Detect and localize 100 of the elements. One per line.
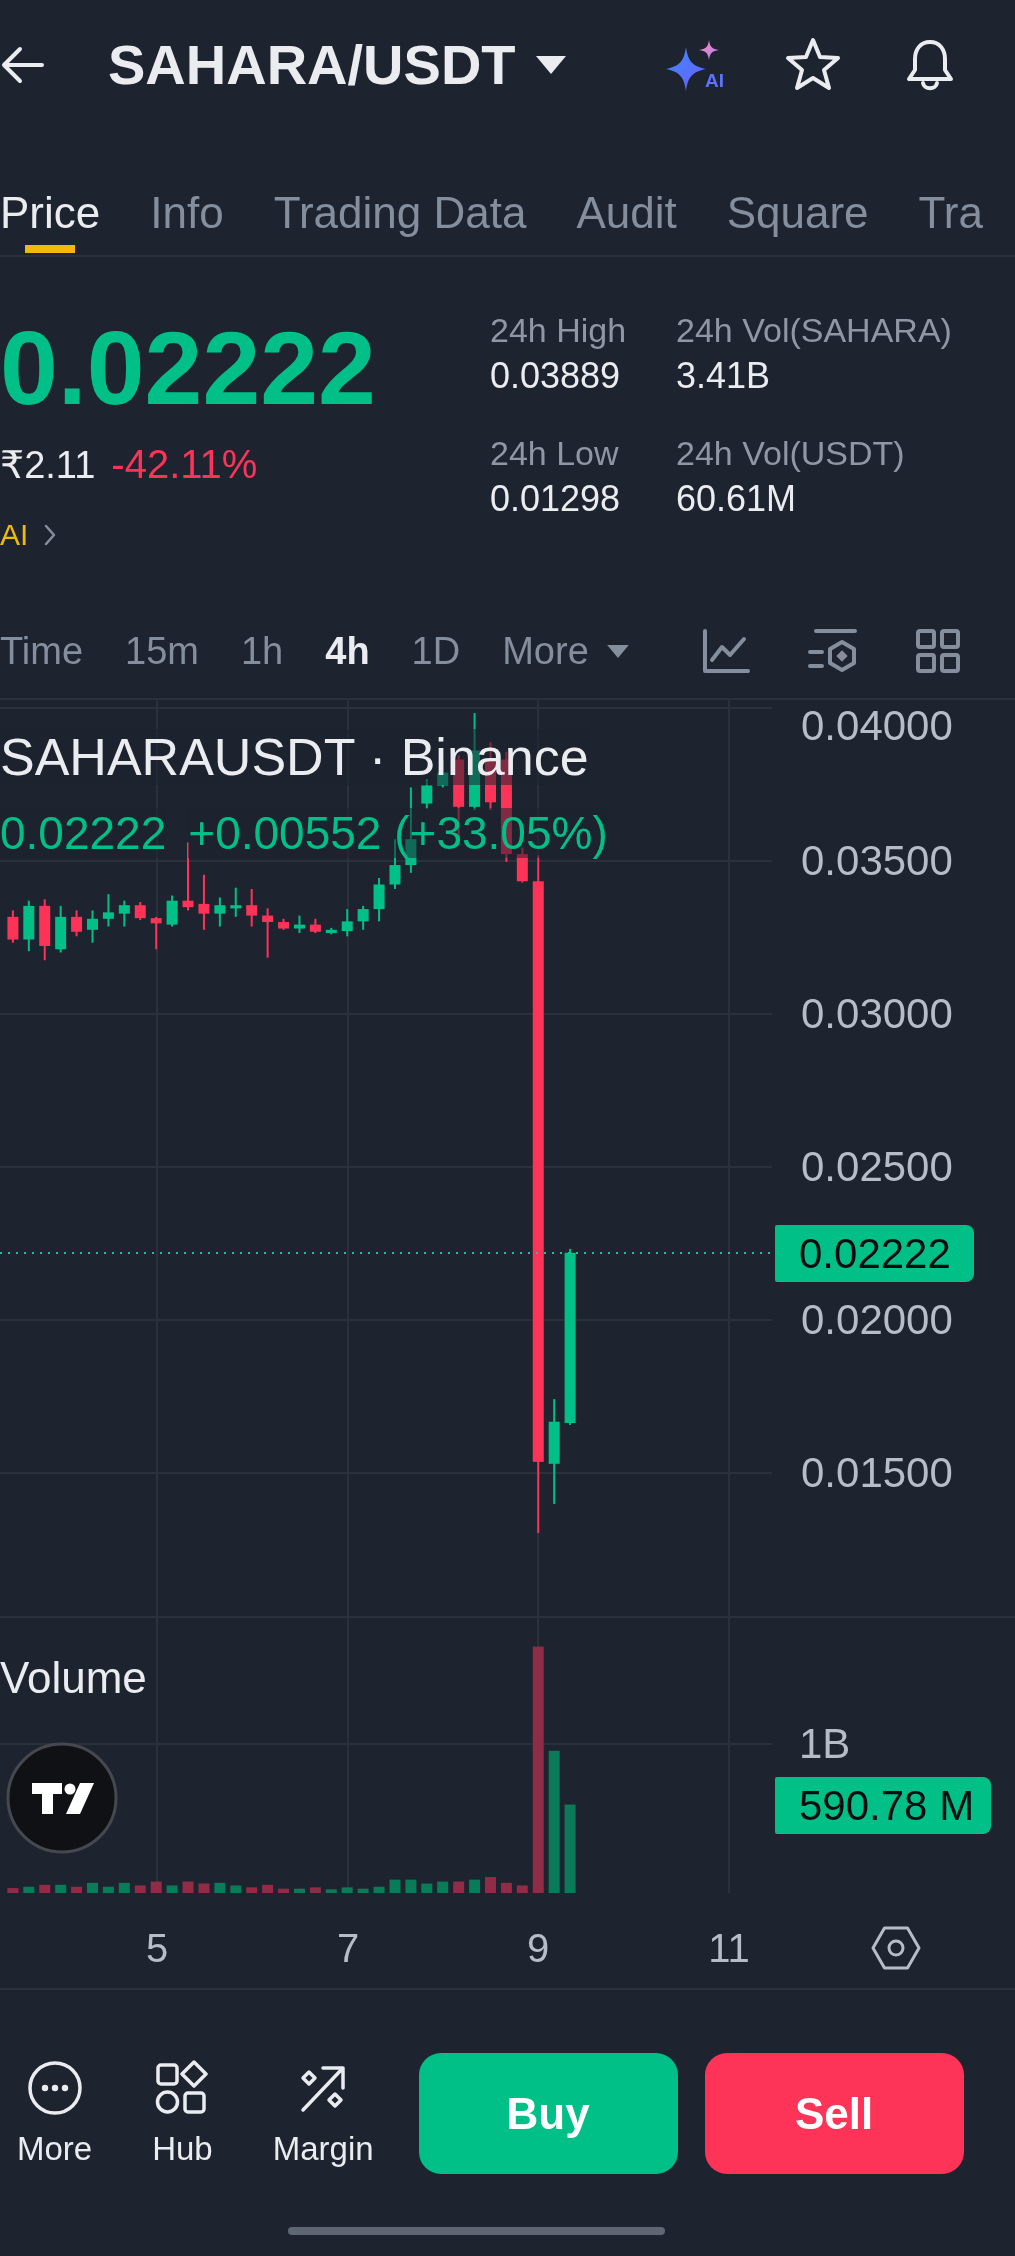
- legend-price: 0.02222: [0, 808, 167, 858]
- candle: [278, 917, 290, 931]
- logo-icon: [6, 1742, 118, 1854]
- stat-value: 3.41B: [676, 354, 772, 398]
- volume-bar: [55, 1884, 67, 1893]
- volume-bar: [87, 1882, 98, 1893]
- volume-bar: [118, 1882, 130, 1893]
- volume-axis-label: 1B: [799, 1722, 851, 1766]
- candle: [373, 877, 385, 923]
- tab[interactable]: Price: [0, 130, 101, 255]
- grid-icon[interactable]: [916, 629, 960, 673]
- candle: [39, 898, 51, 962]
- price-axis-label: 0.04000: [801, 704, 953, 748]
- symbol-title: SAHARAUSDT · Binance: [0, 729, 589, 785]
- tab[interactable]: Square: [726, 130, 869, 255]
- stat-value: 0.03889: [490, 354, 622, 398]
- volume-bar: [485, 1877, 496, 1893]
- tab[interactable]: Info: [150, 130, 224, 255]
- ai-link[interactable]: AI: [0, 515, 57, 555]
- candle: [55, 904, 67, 954]
- volume-bar: [325, 1889, 337, 1893]
- volume-bar: [7, 1888, 19, 1893]
- volume-bar: [293, 1888, 305, 1893]
- volume-bar: [134, 1885, 146, 1893]
- candle: [421, 778, 433, 810]
- tab[interactable]: Audit: [576, 130, 677, 255]
- volume-bar: [500, 1882, 512, 1893]
- back-arrow-icon[interactable]: [0, 45, 44, 85]
- margin-button[interactable]: Margin: [272, 2053, 374, 2169]
- volume-bar: [214, 1882, 226, 1893]
- price-axis-label: 0.03000: [801, 992, 953, 1036]
- star-icon[interactable]: [784, 37, 842, 93]
- stat-label: 24h Vol(USDT): [676, 433, 906, 474]
- volume-bar: [102, 1886, 114, 1893]
- volume-bar: [198, 1883, 210, 1893]
- interval-tab[interactable]: Time: [0, 629, 84, 673]
- volume-bar: [182, 1881, 194, 1893]
- fiat-price: ₹2.11: [0, 443, 96, 488]
- volume-bar: [357, 1888, 369, 1893]
- price-axis-label: 0.03500: [801, 839, 953, 883]
- shapes-grid-icon: [154, 2060, 211, 2116]
- volume-bar: [437, 1881, 449, 1893]
- caret-icon: [606, 644, 629, 658]
- candle: [150, 915, 162, 951]
- candle: [293, 914, 305, 935]
- volume-bar: [39, 1884, 51, 1893]
- price-axis-label: 0.02500: [801, 1145, 953, 1189]
- candle: [357, 904, 369, 931]
- volume-bar: [309, 1887, 321, 1893]
- volume-bar: [516, 1885, 528, 1893]
- volume-bar: [71, 1886, 83, 1893]
- price-axis-label: 0.02000: [801, 1298, 953, 1342]
- volume-bar: [341, 1887, 353, 1893]
- candle: [198, 873, 210, 931]
- candle: [262, 907, 274, 959]
- volume-bar: [23, 1886, 35, 1893]
- current-price-tag: 0.02222: [775, 1225, 974, 1282]
- volume-bar: [405, 1879, 417, 1893]
- interval-tab[interactable]: 4h: [325, 629, 370, 673]
- more-button[interactable]: More: [17, 2053, 93, 2169]
- time-axis-label: 9: [526, 1926, 550, 1970]
- interval-tab[interactable]: 1D: [411, 629, 461, 673]
- time-axis-label: 5: [145, 1926, 169, 1970]
- tab[interactable]: Trading Data: [273, 130, 527, 255]
- volume-bar: [421, 1883, 433, 1893]
- settings-icon[interactable]: [871, 1925, 921, 1971]
- candle: [118, 899, 130, 928]
- line-chart-icon[interactable]: [702, 628, 750, 674]
- stat-label: 24h Vol(SAHARA): [676, 310, 952, 351]
- time-axis-label: 11: [708, 1926, 750, 1970]
- candle: [87, 909, 98, 944]
- candle: [214, 896, 226, 928]
- candle: [325, 926, 337, 936]
- chevron-right-icon: [44, 524, 57, 546]
- candle: [230, 886, 242, 918]
- pair-selector[interactable]: SAHARA/USDT: [108, 33, 566, 97]
- sell-button[interactable]: Sell: [704, 2053, 964, 2174]
- more-dropdown[interactable]: More: [502, 629, 629, 673]
- time-axis-label: 7: [336, 1926, 360, 1970]
- interval-tab[interactable]: 1h: [240, 629, 284, 673]
- candle: [309, 917, 321, 935]
- stat-label: 24h High: [490, 310, 628, 351]
- tab[interactable]: Tra: [918, 130, 983, 255]
- price-axis-label: 0.01500: [801, 1451, 953, 1495]
- volume-bar: [150, 1881, 162, 1893]
- current-volume-tag: 590.78 M: [775, 1777, 991, 1834]
- volume-bar: [469, 1879, 481, 1893]
- candle: [7, 909, 19, 944]
- last-price: 0.02222: [0, 313, 376, 423]
- ai-button[interactable]: AI: [664, 39, 724, 91]
- volume-bar: [230, 1885, 242, 1893]
- indicator-icon[interactable]: [808, 628, 858, 674]
- candle: [246, 888, 258, 928]
- volume-bar: [246, 1887, 258, 1893]
- hub-button[interactable]: Hub: [152, 2053, 213, 2169]
- interval-tab[interactable]: 15m: [125, 629, 199, 673]
- volume-bar: [389, 1879, 401, 1893]
- volume-bar: [453, 1881, 465, 1893]
- volume-bar: [278, 1888, 290, 1893]
- ellipsis-icon: [26, 2060, 83, 2116]
